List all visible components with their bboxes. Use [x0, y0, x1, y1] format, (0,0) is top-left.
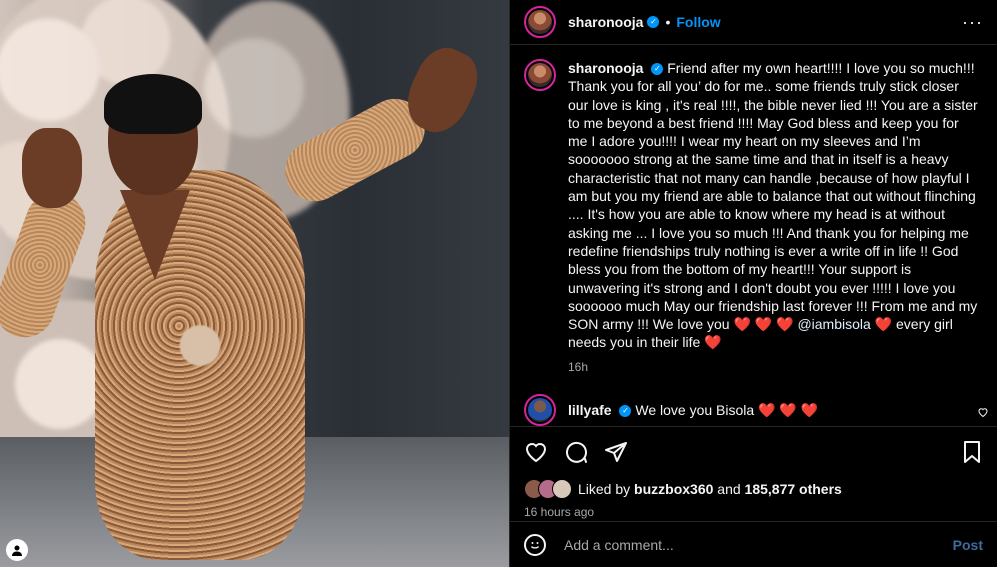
likes-prefix: Liked by	[578, 481, 631, 497]
left-hand	[22, 128, 82, 208]
verified-badge-icon: ✓	[647, 16, 660, 28]
red-heart: ❤️	[874, 316, 893, 333]
comments-section[interactable]: sharonooja ✓ Friend after my own heart!!…	[510, 45, 997, 427]
sequin-dress	[95, 170, 305, 560]
comment-icon[interactable]	[564, 440, 588, 464]
share-icon[interactable]	[604, 440, 628, 464]
likes-text: Liked by buzzbox360 and 185,877 others	[578, 481, 842, 497]
comment-text: lillyafe ✓ We love you Bisola ❤️ ❤️ ❤️	[568, 394, 818, 419]
caption-body: Friend after my own heart!!!! I love you…	[568, 60, 978, 333]
post-comment-button[interactable]: Post	[953, 537, 983, 553]
likes-count[interactable]: 185,877 others	[745, 481, 842, 497]
caption-author-avatar[interactable]	[524, 59, 556, 91]
verified-badge-icon: ✓	[651, 63, 664, 76]
comment-item: lillyafe ✓ We love you Bisola ❤️ ❤️ ❤️	[524, 393, 988, 426]
author-username[interactable]: sharonooja	[568, 14, 643, 30]
add-comment-bar: Post	[510, 521, 997, 567]
post-photo[interactable]	[0, 0, 509, 567]
caption-timestamp[interactable]: 16h	[568, 360, 981, 374]
header-separator: •	[665, 14, 671, 30]
likes-middle: and	[717, 481, 741, 497]
liked-by-user[interactable]: buzzbox360	[634, 481, 713, 497]
more-options-icon[interactable]: ···	[962, 12, 983, 33]
commenter-avatar[interactable]	[524, 393, 556, 426]
bookmark-icon[interactable]	[961, 440, 983, 464]
heart-icon[interactable]	[524, 440, 548, 464]
red-hearts: ❤️ ❤️ ❤️	[758, 401, 819, 418]
caption-text: sharonooja ✓ Friend after my own heart!!…	[568, 59, 981, 352]
follow-button[interactable]: Follow	[676, 14, 720, 30]
instagram-post-modal: sharonooja ✓ • Follow ··· sharonooja ✓ F…	[0, 0, 997, 567]
likes-row: Liked by buzzbox360 and 185,877 others	[510, 477, 997, 501]
tagged-user-icon[interactable]	[6, 539, 28, 561]
post-panel: sharonooja ✓ • Follow ··· sharonooja ✓ F…	[509, 0, 997, 567]
comment-body: We love you Bisola	[635, 401, 755, 418]
author-avatar[interactable]	[524, 6, 556, 38]
red-hearts: ❤️ ❤️ ❤️	[733, 316, 794, 333]
caption-author[interactable]: sharonooja	[568, 60, 643, 76]
emoji-icon[interactable]	[524, 533, 546, 556]
caption: sharonooja ✓ Friend after my own heart!!…	[524, 59, 981, 352]
liker-avatars[interactable]	[524, 479, 572, 499]
commenter-username[interactable]: lillyafe	[568, 402, 612, 418]
mention-link[interactable]: @iambisola	[797, 316, 870, 332]
post-header: sharonooja ✓ • Follow ···	[510, 0, 997, 45]
small-heart-icon[interactable]	[977, 406, 989, 421]
verified-badge-icon: ✓	[619, 405, 632, 418]
liker-avatar	[552, 479, 572, 499]
person-hair	[104, 74, 202, 134]
comment-input[interactable]	[562, 535, 953, 554]
post-actions	[510, 427, 997, 477]
red-heart: ❤️	[704, 334, 722, 351]
